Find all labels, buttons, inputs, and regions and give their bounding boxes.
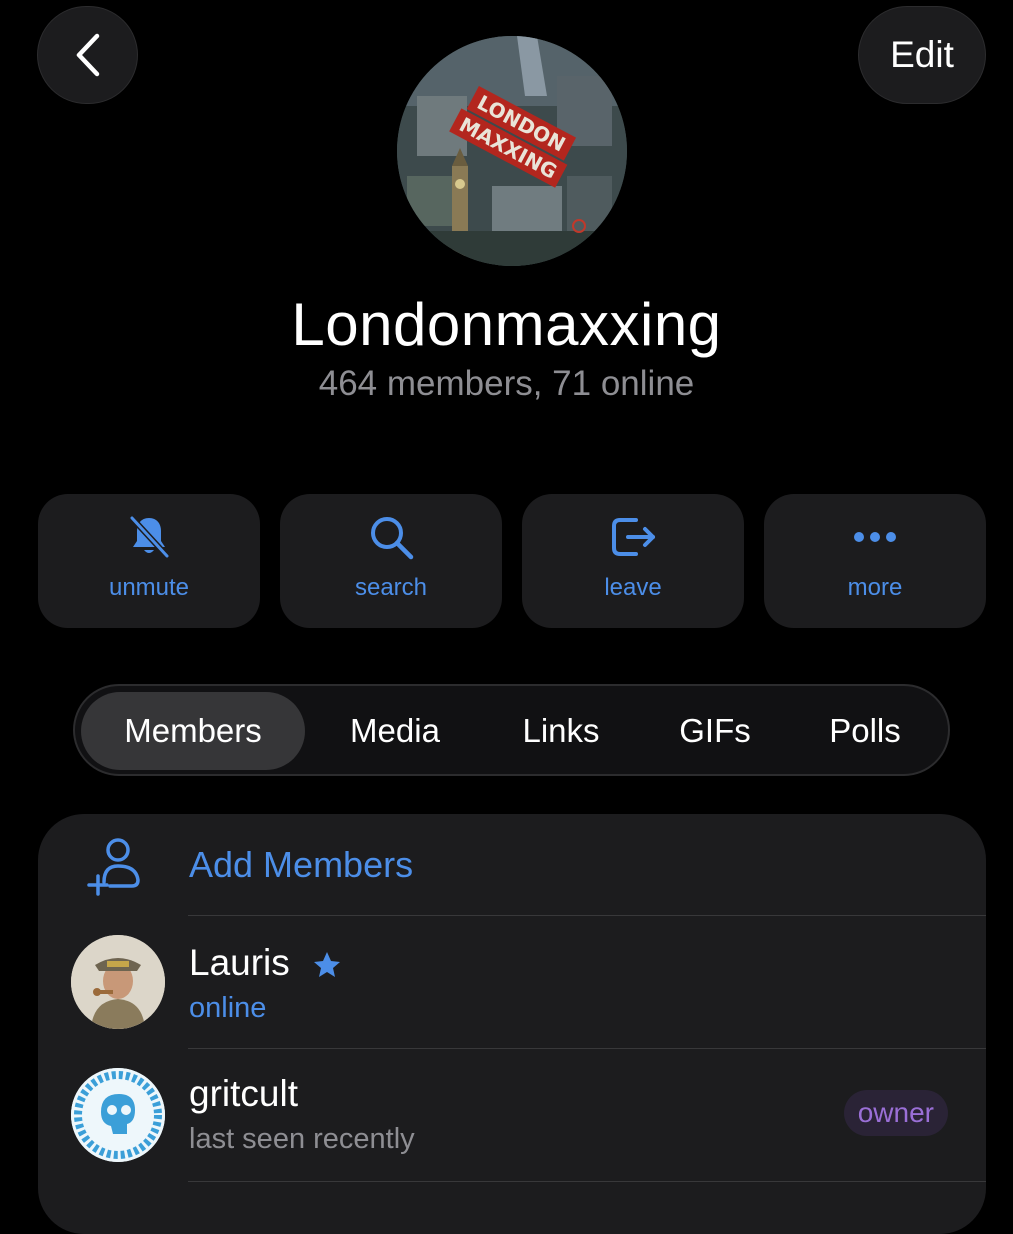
leave-arrow-icon [612,518,655,556]
add-person-icon [87,838,140,896]
back-button[interactable] [37,6,138,104]
avatar [71,1068,165,1162]
city-illustration: LONDON MAXXING [397,36,627,266]
group-avatar[interactable]: LONDON MAXXING [397,36,627,266]
member-status: online [189,992,267,1024]
bell-slash-icon [129,515,170,559]
tab-media[interactable]: Media [315,692,475,770]
edit-button[interactable]: Edit [858,6,986,104]
unmute-button[interactable]: unmute [38,494,260,628]
unmute-label: unmute [108,574,190,601]
tab-bar: Members Media Links GIFs Polls [73,684,950,776]
more-label: more [847,574,903,601]
tab-members[interactable]: Members [81,692,305,770]
more-button[interactable]: more [764,494,986,628]
group-title: Londonmaxxing [291,291,722,358]
add-members-label: Add Members [189,844,414,885]
tab-polls[interactable]: Polls [801,692,929,770]
magnifier-icon [371,517,414,560]
members-list: Add Members Lauris online gritcult last … [38,814,986,1234]
search-label: search [354,574,428,601]
chevron-left-icon [76,33,99,77]
tab-links[interactable]: Links [491,692,631,770]
member-row-lauris[interactable]: Lauris online [38,916,986,1048]
avatar [71,935,165,1029]
owner-badge: owner [843,1090,948,1136]
ellipsis-icon [854,532,896,542]
group-member-count: 464 members, 71 online [318,364,695,403]
star-icon [314,952,340,977]
search-button[interactable]: search [280,494,502,628]
member-name: Lauris [189,942,290,983]
tab-gifs[interactable]: GIFs [653,692,777,770]
member-status: last seen recently [189,1123,415,1155]
leave-label: leave [604,574,662,601]
leave-button[interactable]: leave [522,494,744,628]
add-members-button[interactable]: Add Members [38,814,986,916]
divider [188,1181,986,1182]
member-name: gritcult [189,1073,298,1114]
